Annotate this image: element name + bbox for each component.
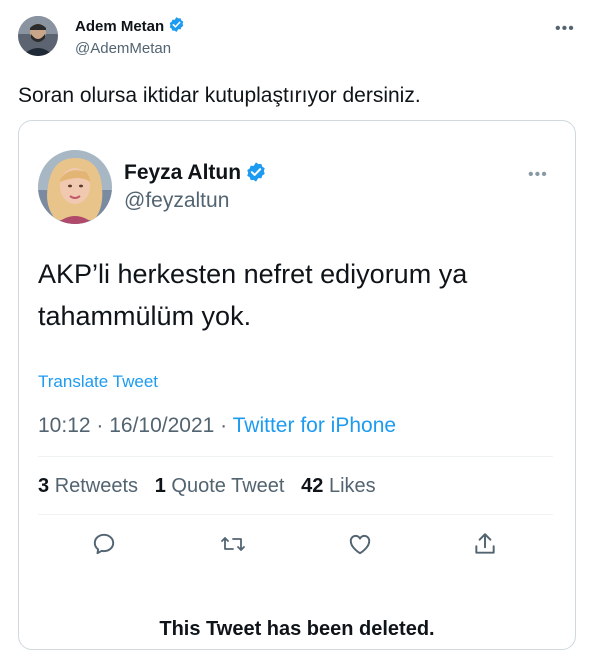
meta-separator: · [214,414,233,437]
more-dots-icon[interactable]: ••• [528,167,548,183]
quoted-tweet-text-line-1: AKP’li herkesten nefret ediyorum ya [38,259,468,289]
author-name[interactable]: Adem Metan [75,18,164,35]
share-icon[interactable] [469,528,501,560]
quoted-tweet-text-line-2: tahammülüm yok. [38,301,252,331]
more-dots-icon[interactable]: ••• [555,21,575,37]
tweet-text: Soran olursa iktidar kutuplaştırıyor der… [18,84,421,107]
verified-badge-icon [245,161,267,188]
quoted-avatar[interactable] [38,150,112,224]
meta-separator: · [90,414,110,437]
likes-stat[interactable]: 42 Likes [301,475,376,497]
avatar-image [18,16,58,56]
retweets-stat[interactable]: 3 Retweets [38,475,138,497]
tweet-time[interactable]: 10:12 [38,414,91,437]
quoted-author-handle[interactable]: @feyzaltun [124,189,229,213]
author-handle[interactable]: @AdemMetan [75,40,171,57]
deleted-notice: This Tweet has been deleted. [159,618,435,640]
tweet-stats: 3 Retweets 1 Quote Tweet 42 Likes [38,475,376,498]
tweet-meta: 10:12 · 16/10/2021 · Twitter for iPhone [38,414,396,438]
reply-icon[interactable] [88,528,120,560]
translate-tweet-link[interactable]: Translate Tweet [38,372,158,392]
retweet-icon[interactable] [217,528,249,560]
tweet-date[interactable]: 16/10/2021 [109,414,214,437]
quotes-stat[interactable]: 1 Quote Tweet [155,475,285,497]
quoted-author-name[interactable]: Feyza Altun [124,161,241,184]
verified-badge-icon [168,16,185,38]
tweet-source-link[interactable]: Twitter for iPhone [233,414,396,437]
quoted-avatar-image [38,150,112,224]
like-icon[interactable] [344,528,376,560]
divider [38,456,553,457]
divider [38,514,553,515]
avatar[interactable] [18,16,58,56]
